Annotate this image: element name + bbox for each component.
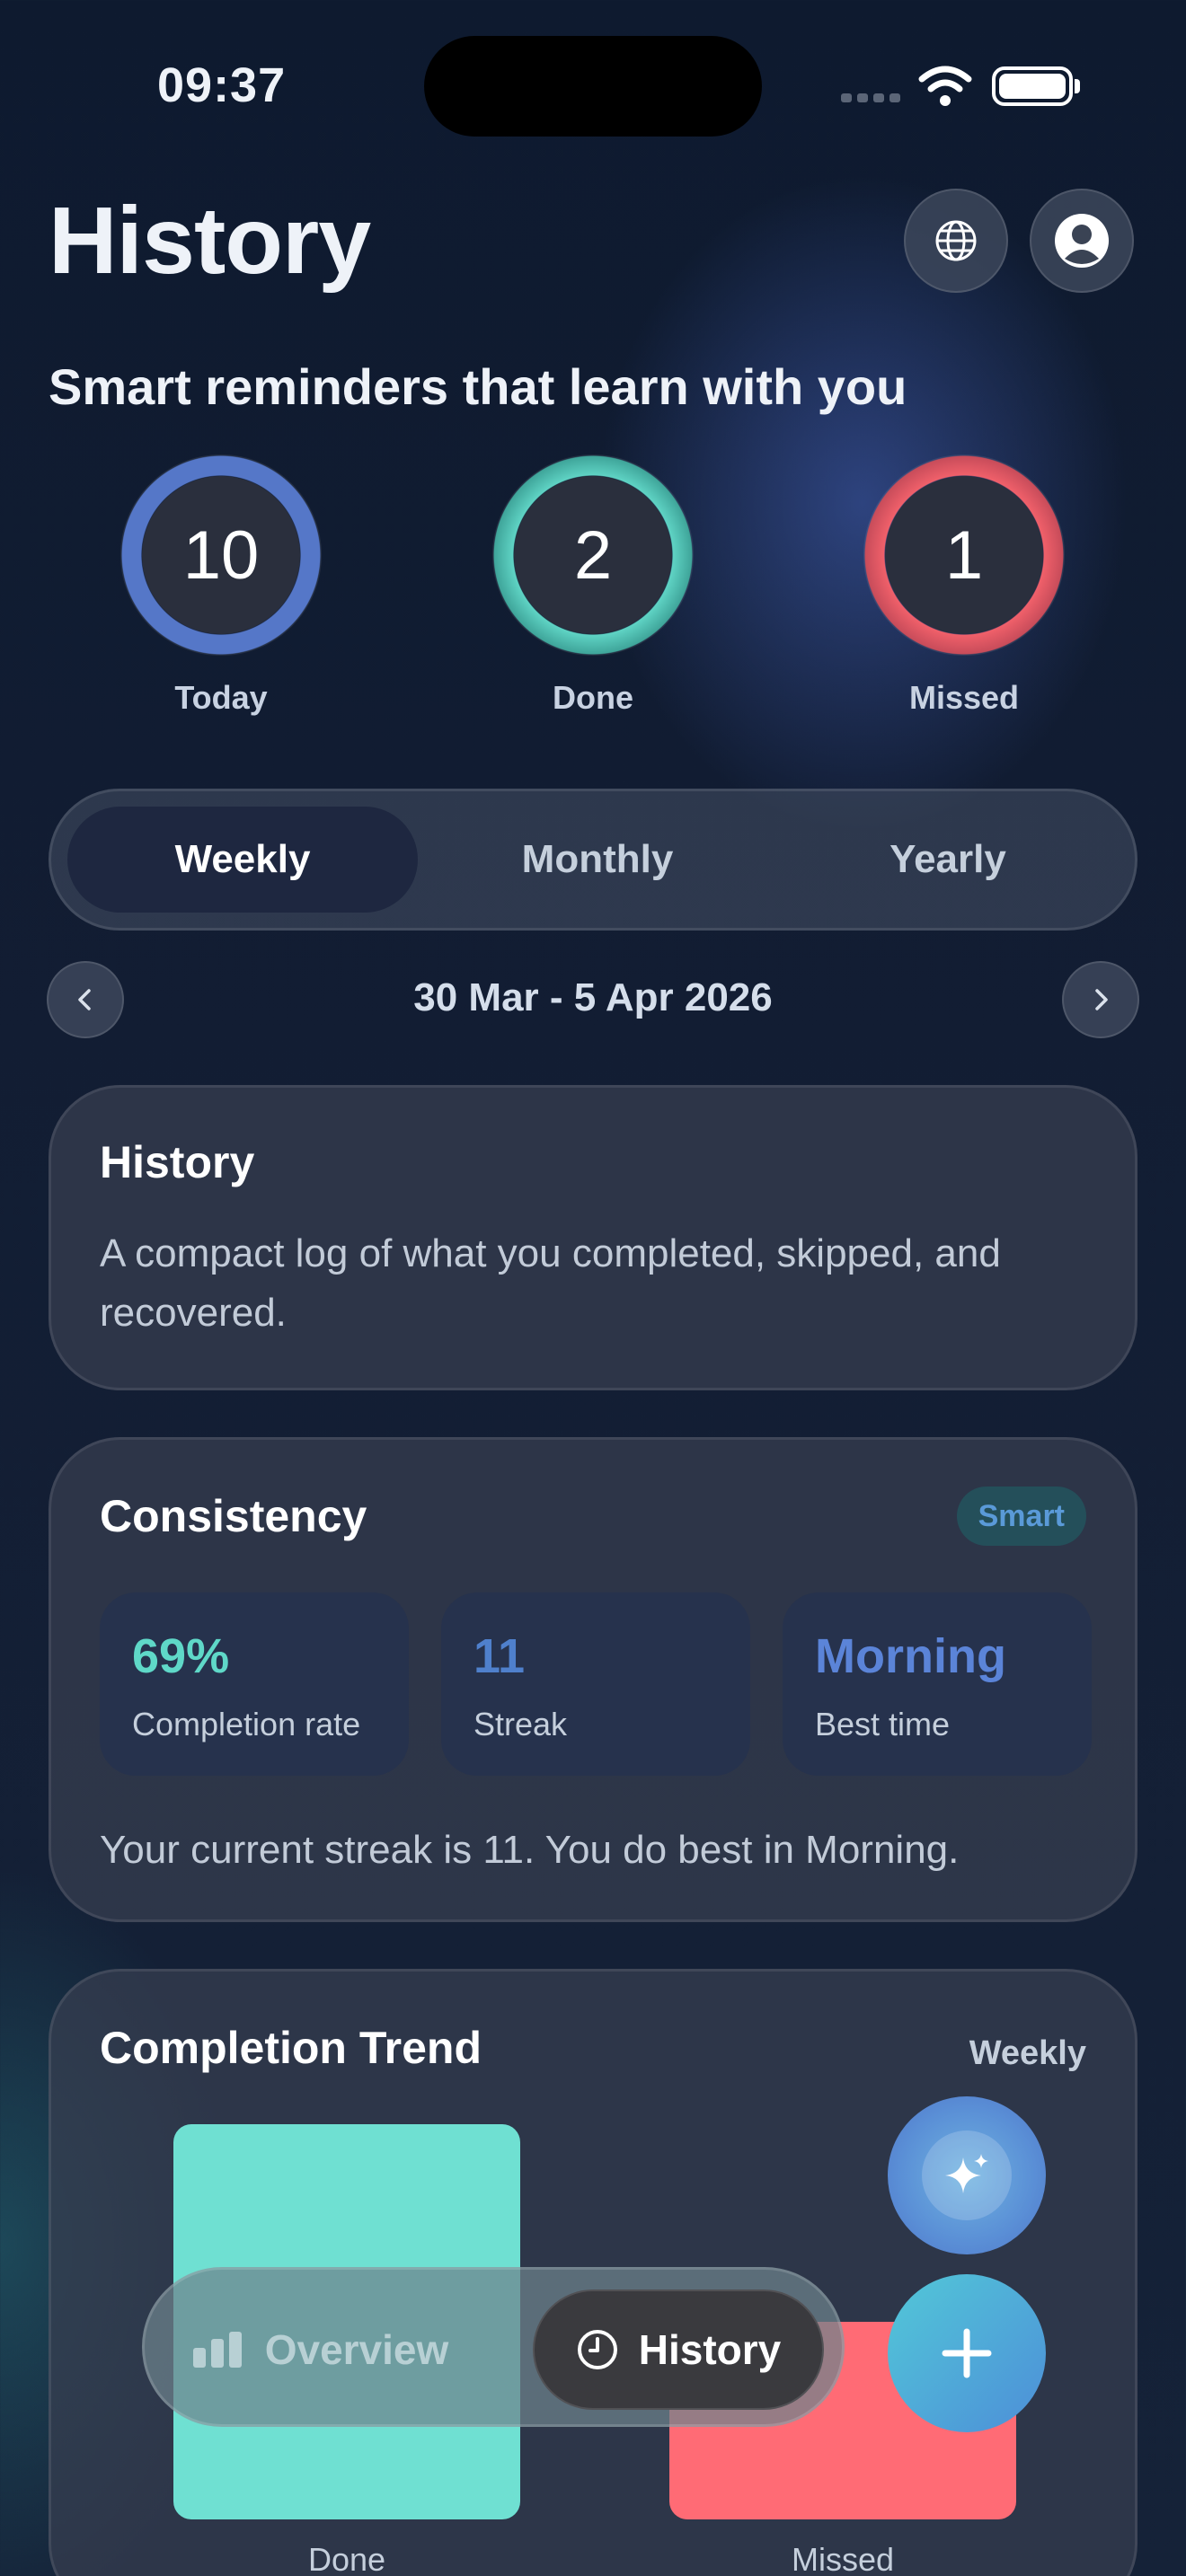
missed-label: Missed [908, 679, 1020, 716]
wifi-icon [918, 66, 972, 106]
missed-summary: 1 Missed [861, 454, 1067, 717]
tab-monthly[interactable]: Monthly [427, 807, 768, 913]
profile-button[interactable] [1030, 189, 1134, 293]
date-range: 30 Mar - 5 Apr 2026 [413, 975, 773, 1019]
streak-label: Streak [474, 1706, 568, 1742]
status-time: 09:37 [157, 58, 287, 112]
missed-ring: 1 [863, 454, 1065, 656]
tab-overview-label: Overview [264, 2326, 449, 2373]
done-summary: 2 Done [490, 454, 696, 717]
trend-bar-label-missed: Missed [791, 2541, 895, 2576]
globe-icon [935, 220, 977, 261]
tab-history[interactable]: History [533, 2289, 824, 2410]
page-subtitle: Smart reminders that learn with you [49, 358, 907, 415]
period-segmented-control: Weekly Monthly Yearly [49, 789, 1137, 931]
completion-rate-label: Completion rate [132, 1706, 361, 1742]
completion-rate-value: 69% [132, 1629, 230, 1683]
streak-value: 11 [474, 1629, 526, 1683]
sparkles-icon [945, 2154, 988, 2193]
tab-weekly[interactable]: Weekly [67, 807, 418, 913]
language-button[interactable] [904, 189, 1008, 293]
chart-bars-icon [192, 2332, 242, 2368]
person-circle-icon [1055, 214, 1109, 268]
add-reminder-button[interactable] [888, 2274, 1046, 2432]
next-period-button[interactable] [1062, 961, 1139, 1038]
trend-title: Completion Trend [100, 2023, 482, 2073]
clock-icon [577, 2330, 617, 2369]
best-time-metric: Morning Best time [783, 1592, 1092, 1776]
smart-assistant-button[interactable] [888, 2096, 1046, 2254]
trend-period: Weekly [969, 2034, 1086, 2072]
best-time-label: Best time [815, 1706, 951, 1742]
best-time-value: Morning [815, 1629, 1006, 1683]
today-label: Today [174, 679, 268, 716]
dynamic-island [424, 36, 762, 137]
smart-badge: Smart [956, 1486, 1086, 1546]
completion-rate-metric: 69% Completion rate [100, 1592, 409, 1776]
trend-bar-label-done: Done [307, 2541, 386, 2576]
tab-yearly[interactable]: Yearly [777, 807, 1119, 913]
today-summary: 10 Today [118, 454, 324, 717]
today-count: 10 [142, 476, 300, 634]
streak-metric: 11 Streak [441, 1592, 750, 1776]
bottom-tab-bar: Overview History [142, 2267, 845, 2427]
tab-history-label: History [638, 2326, 782, 2373]
tab-overview[interactable]: Overview [172, 2289, 468, 2410]
consistency-card: Consistency Smart 69% Completion rate 11… [49, 1437, 1137, 1922]
battery-icon [992, 66, 1080, 106]
plus-icon [942, 2328, 992, 2378]
consistency-title: Consistency [100, 1491, 367, 1541]
page-title: History [49, 188, 371, 294]
missed-count: 1 [885, 476, 1043, 634]
done-ring: 2 [492, 454, 694, 656]
history-card-title: History [100, 1137, 255, 1187]
done-count: 2 [514, 476, 672, 634]
history-card: History A compact log of what you comple… [49, 1085, 1137, 1390]
chevron-right-icon [1095, 989, 1108, 1010]
history-card-description: A compact log of what you completed, ski… [100, 1231, 1001, 1335]
consistency-summary: Your current streak is 11. You do best i… [100, 1828, 960, 1872]
cellular-signal-icon [841, 93, 900, 102]
done-label: Done [553, 679, 633, 716]
today-ring: 10 [120, 454, 322, 656]
